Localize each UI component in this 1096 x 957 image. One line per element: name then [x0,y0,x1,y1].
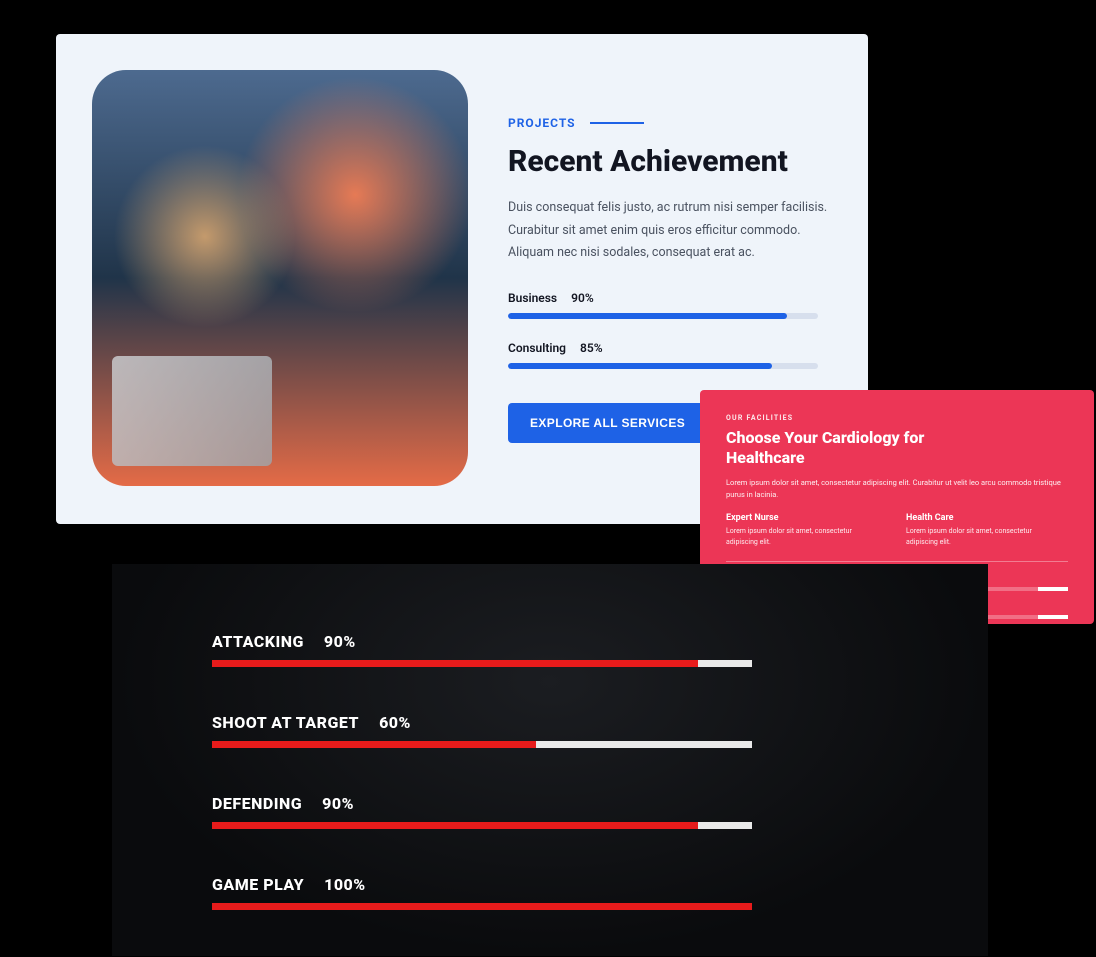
progress-track [212,660,752,667]
progress-track [508,363,818,369]
progress-fill [508,313,787,319]
progress-track [212,741,752,748]
sports-progress-1: SHOOT AT TARGET 60% [212,713,888,748]
progress-percent: 85% [580,341,603,355]
projects-progress-label: Consulting 85% [508,341,832,355]
projects-kicker-line [590,122,644,124]
healthcare-col-heading: Expert Nurse [726,513,866,523]
healthcare-col-body: Lorem ipsum dolor sit amet, consectetur … [906,526,1046,547]
sports-progress-label: SHOOT AT TARGET 60% [212,713,888,732]
healthcare-description: Lorem ipsum dolor sit amet, consectetur … [726,477,1066,501]
progress-label: SHOOT AT TARGET [212,713,359,732]
progress-fill [212,660,698,667]
projects-eyebrow-row: PROJECTS [508,116,832,130]
healthcare-column-1: Health Care Lorem ipsum dolor sit amet, c… [906,513,1046,547]
projects-kicker: PROJECTS [508,116,576,130]
progress-label: DEFENDING [212,794,302,813]
progress-fill [212,822,698,829]
progress-track [212,822,752,829]
progress-fill [508,363,772,369]
projects-hero-image [92,70,468,486]
sports-progress-label: DEFENDING 90% [212,794,888,813]
progress-label: Business [508,291,557,305]
progress-track [212,903,752,910]
projects-progress-label: Business 90% [508,291,832,305]
sports-progress-3: GAME PLAY 100% [212,875,888,910]
sports-progress-2: DEFENDING 90% [212,794,888,829]
healthcare-kicker: OUR FACILITIES [726,414,1068,422]
progress-track [508,313,818,319]
progress-percent: 90% [324,632,356,651]
progress-label: ATTACKING [212,632,304,651]
healthcare-title: Choose Your Cardiology for Healthcare [726,428,966,468]
progress-percent: 60% [379,713,411,732]
progress-label: GAME PLAY [212,875,304,894]
projects-progress-0: Business 90% [508,291,832,319]
projects-description: Duis consequat felis justo, ac rutrum ni… [508,197,832,265]
projects-title: Recent Achievement [508,144,832,179]
progress-percent: 100% [324,875,366,894]
healthcare-col-body: Lorem ipsum dolor sit amet, consectetur … [726,526,866,547]
sports-card: ATTACKING 90% SHOOT AT TARGET 60% DEFENDING 9… [112,564,988,956]
sports-progress-0: ATTACKING 90% [212,632,888,667]
progress-percent: 90% [322,794,354,813]
progress-fill [212,741,536,748]
sports-progress-label: ATTACKING 90% [212,632,888,651]
healthcare-col-heading: Health Care [906,513,1046,523]
explore-services-button[interactable]: EXPLORE ALL SERVICES [508,403,707,443]
healthcare-column-0: Expert Nurse Lorem ipsum dolor sit amet, … [726,513,866,547]
progress-percent: 90% [571,291,594,305]
healthcare-divider [726,561,1068,562]
sports-progress-label: GAME PLAY 100% [212,875,888,894]
progress-label: Consulting [508,341,566,355]
projects-progress-1: Consulting 85% [508,341,832,369]
progress-fill [212,903,752,910]
